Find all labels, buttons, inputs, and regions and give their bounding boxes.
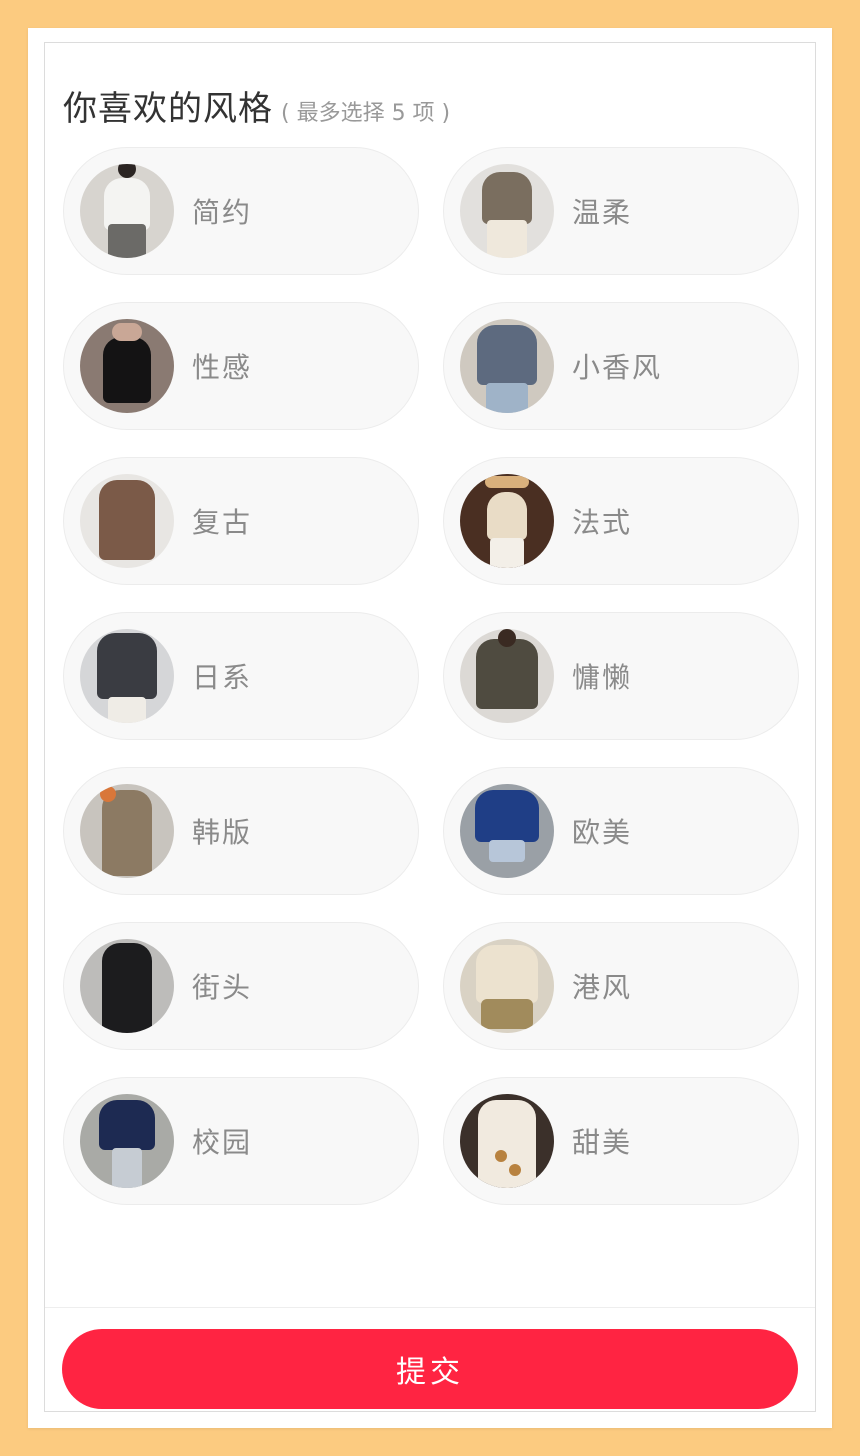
style-picker-card: 你喜欢的风格 ( 最多选择 5 项 ) 简约 温柔 性感 小香风 复古 法式 日… bbox=[28, 28, 832, 1428]
style-picker-panel: 你喜欢的风格 ( 最多选择 5 项 ) 简约 温柔 性感 小香风 复古 法式 日… bbox=[44, 42, 816, 1412]
style-option-xiaoyuan[interactable]: 校园 bbox=[63, 1077, 419, 1205]
style-label: 街头 bbox=[192, 971, 253, 1004]
style-photo bbox=[460, 1094, 554, 1188]
style-label: 欧美 bbox=[572, 816, 633, 849]
style-photo bbox=[460, 474, 554, 568]
style-photo bbox=[460, 629, 554, 723]
style-option-xiaoxiangfeng[interactable]: 小香风 bbox=[443, 302, 799, 430]
style-option-rixi[interactable]: 日系 bbox=[63, 612, 419, 740]
style-option-wenrou[interactable]: 温柔 bbox=[443, 147, 799, 275]
submit-button[interactable]: 提交 bbox=[62, 1329, 798, 1409]
style-option-yonglan[interactable]: 慵懒 bbox=[443, 612, 799, 740]
style-photo bbox=[460, 784, 554, 878]
style-photo bbox=[80, 784, 174, 878]
style-photo bbox=[80, 1094, 174, 1188]
page-title: 你喜欢的风格 ( 最多选择 5 项 ) bbox=[63, 81, 451, 129]
style-label: 复古 bbox=[192, 506, 253, 539]
style-label: 法式 bbox=[572, 506, 633, 539]
style-label: 简约 bbox=[192, 196, 253, 229]
style-label: 韩版 bbox=[192, 816, 253, 849]
style-label: 校园 bbox=[192, 1126, 253, 1159]
style-options-grid: 简约 温柔 性感 小香风 复古 法式 日系 慵懒 韩版 欧美 街头 港风 校园 … bbox=[63, 147, 799, 1205]
style-photo bbox=[80, 319, 174, 413]
style-label: 慵懒 bbox=[572, 661, 633, 694]
title-text: 你喜欢的风格 bbox=[63, 89, 273, 129]
style-option-xinggan[interactable]: 性感 bbox=[63, 302, 419, 430]
style-photo bbox=[80, 164, 174, 258]
style-label: 日系 bbox=[192, 661, 253, 694]
style-option-oumei[interactable]: 欧美 bbox=[443, 767, 799, 895]
style-photo bbox=[80, 474, 174, 568]
style-option-fugu[interactable]: 复古 bbox=[63, 457, 419, 585]
style-option-gangfeng[interactable]: 港风 bbox=[443, 922, 799, 1050]
style-option-jietou[interactable]: 街头 bbox=[63, 922, 419, 1050]
style-photo bbox=[80, 629, 174, 723]
style-option-hanban[interactable]: 韩版 bbox=[63, 767, 419, 895]
style-photo bbox=[80, 939, 174, 1033]
style-option-fashi[interactable]: 法式 bbox=[443, 457, 799, 585]
style-label: 小香风 bbox=[572, 351, 663, 384]
style-photo bbox=[460, 939, 554, 1033]
style-label: 温柔 bbox=[572, 196, 633, 229]
style-photo bbox=[460, 164, 554, 258]
selection-limit-hint: ( 最多选择 5 项 ) bbox=[281, 101, 451, 126]
style-photo bbox=[460, 319, 554, 413]
footer-divider bbox=[45, 1307, 815, 1308]
style-option-jianyue[interactable]: 简约 bbox=[63, 147, 419, 275]
style-option-tianmei[interactable]: 甜美 bbox=[443, 1077, 799, 1205]
style-label: 性感 bbox=[192, 351, 253, 384]
style-label: 甜美 bbox=[572, 1126, 633, 1159]
style-label: 港风 bbox=[572, 971, 633, 1004]
